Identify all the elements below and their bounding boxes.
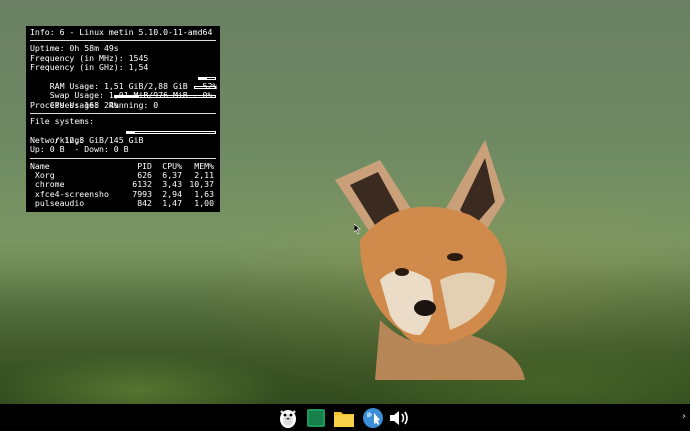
process-cpu: 1,47 (162, 198, 182, 209)
fox-image (335, 140, 525, 380)
table-row: pulseaudio 842 1,47 1,00 (30, 198, 216, 209)
processes-count: Processes: 168 Running: 0 (30, 99, 159, 110)
mouse-cursor-icon (354, 224, 361, 234)
filesystems-heading: File systems: (30, 116, 95, 127)
process-table-header: Name PID CPU% MEM% (30, 161, 216, 171)
swap-usage-bar (194, 85, 216, 89)
system-info: Info: 6 - Linux metin 5.10.0-11-amd64 (30, 27, 213, 37)
divider (30, 40, 216, 42)
divider (30, 157, 216, 159)
taskbar: › (0, 404, 690, 431)
cpu-usage-fill (115, 96, 139, 98)
ram-usage-fill (199, 77, 208, 79)
frequency-ghz: Frequency (in GHz): 1,54 (30, 62, 149, 73)
filesystem-root-fill (127, 131, 135, 133)
process-mem: 1,00 (194, 198, 214, 209)
divider (30, 113, 216, 115)
process-name: pulseaudio (30, 198, 85, 209)
system-monitor-panel: Info: 6 - Linux metin 5.10.0-11-amd64 Up… (26, 26, 220, 212)
volume-icon[interactable] (388, 406, 412, 429)
web-browser-icon[interactable] (361, 406, 385, 429)
network-traffic: Up: 0 B - Down: 0 B (30, 144, 129, 155)
ram-usage-row: RAM Usage: 1,51 GiB/2,88 GiB - 52% (30, 73, 217, 91)
cpu-usage-bar (114, 95, 216, 99)
swap-usage-row: Swap Usage: 1,01 MiB/976 MiB - 0% (30, 82, 216, 100)
ram-usage-bar (198, 76, 216, 80)
filesystem-root-bar (126, 130, 216, 134)
file-manager-icon[interactable] (332, 406, 356, 429)
terminal-icon[interactable] (304, 406, 328, 429)
penguin-menu-icon[interactable] (276, 406, 300, 429)
chevron-right-icon[interactable]: › (682, 411, 686, 422)
process-pid: 842 (137, 198, 152, 209)
